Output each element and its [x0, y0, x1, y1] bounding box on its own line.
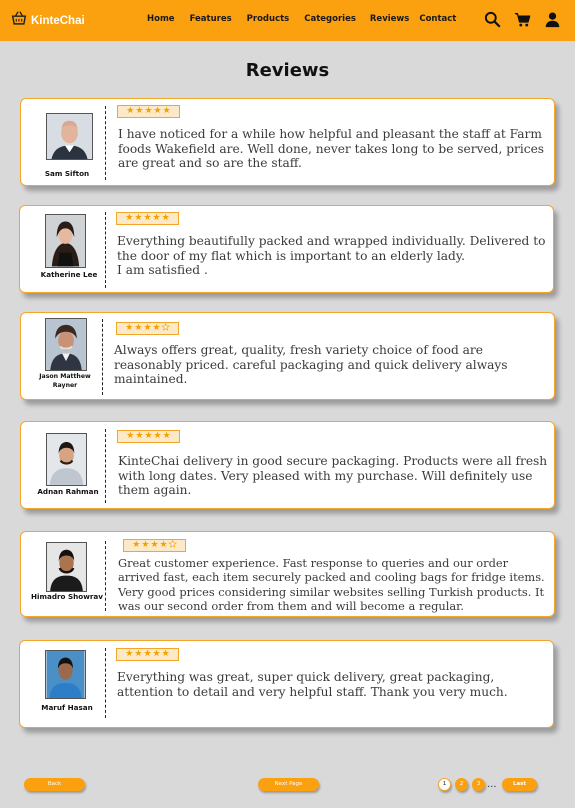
star-rating: ★ ★ ★ ★ ★ [116, 322, 179, 335]
star-filled-icon: ★ [161, 649, 170, 659]
review-text: KinteChai delivery in good secure packag… [118, 454, 548, 497]
reviewer-name: Katherine Lee [40, 270, 98, 279]
review-card: Sam Sifton ★ ★ ★ ★ ★ I have noticed for a wh… [20, 98, 555, 186]
star-filled-icon: ★ [143, 649, 152, 659]
star-filled-icon: ★ [143, 213, 152, 223]
star-rating: ★ ★ ★ ★ ★ [123, 539, 186, 552]
star-filled-icon: ★ [135, 431, 144, 441]
star-filled-icon: ★ [132, 540, 141, 550]
star-filled-icon: ★ [125, 649, 134, 659]
star-empty-icon: ★ [161, 323, 170, 333]
nav-reviews[interactable]: Reviews [370, 14, 409, 24]
next-page-button[interactable]: Next Page [258, 778, 319, 791]
star-filled-icon: ★ [135, 106, 144, 116]
star-rating: ★ ★ ★ ★ ★ [117, 105, 180, 118]
avatar [46, 433, 87, 486]
cart-icon[interactable] [514, 11, 531, 33]
page-2-button[interactable]: 2 [455, 778, 468, 791]
user-icon[interactable] [544, 11, 561, 33]
logo-text: KinteChai [31, 14, 85, 27]
star-filled-icon: ★ [134, 323, 143, 333]
review-card: Himadro Showrav ★ ★ ★ ★ ★ Great customer exp… [20, 531, 555, 617]
star-filled-icon: ★ [126, 431, 135, 441]
basket-logo-icon [10, 9, 28, 32]
navbar: KinteChai Home Features Products Categor… [0, 0, 575, 41]
review-text: I have noticed for a while how helpful a… [118, 127, 545, 170]
star-filled-icon: ★ [125, 323, 134, 333]
star-rating: ★ ★ ★ ★ ★ [116, 212, 179, 225]
star-filled-icon: ★ [162, 106, 171, 116]
nav-features[interactable]: Features [190, 14, 232, 24]
logo[interactable]: KinteChai [10, 9, 85, 32]
nav-home[interactable]: Home [147, 14, 175, 24]
divider [105, 212, 106, 288]
divider [105, 429, 106, 503]
page-title: Reviews [245, 60, 330, 81]
star-filled-icon: ★ [152, 649, 161, 659]
star-filled-icon: ★ [144, 431, 153, 441]
nav-contact[interactable]: Contact [419, 14, 456, 24]
reviewer-name: Adnan Rahman [37, 487, 99, 496]
star-filled-icon: ★ [143, 323, 152, 333]
header-icons [484, 11, 561, 33]
reviewer-name: Sam Sifton [44, 169, 90, 178]
nav-products[interactable]: Products [247, 14, 290, 24]
search-icon[interactable] [484, 11, 501, 33]
page-1-button[interactable]: 1 [438, 778, 451, 791]
last-page-button[interactable]: Last [502, 778, 537, 791]
star-filled-icon: ★ [125, 213, 134, 223]
star-filled-icon: ★ [159, 540, 168, 550]
reviewer-name: Jason Matthew Rayner [39, 373, 91, 389]
review-text: Great customer experience. Fast response… [118, 556, 545, 613]
divider [102, 319, 103, 395]
reviewer-name: Himadro Showrav [31, 592, 103, 601]
star-empty-icon: ★ [168, 540, 177, 550]
star-filled-icon: ★ [152, 213, 161, 223]
star-filled-icon: ★ [152, 323, 161, 333]
review-text: Everything beautifully packed and wrappe… [117, 234, 546, 277]
divider [105, 106, 106, 180]
reviewer-name: Maruf Hasan [41, 703, 93, 712]
review-card: Maruf Hasan ★ ★ ★ ★ ★ Everything was great, … [19, 640, 554, 728]
divider [105, 541, 106, 611]
pagination-ellipsis: ... [487, 779, 497, 790]
star-filled-icon: ★ [141, 540, 150, 550]
divider [105, 648, 106, 718]
star-filled-icon: ★ [134, 649, 143, 659]
star-rating: ★ ★ ★ ★ ★ [117, 430, 180, 443]
star-filled-icon: ★ [126, 106, 135, 116]
star-filled-icon: ★ [161, 213, 170, 223]
avatar [46, 113, 93, 160]
star-rating: ★ ★ ★ ★ ★ [116, 648, 179, 661]
avatar [46, 542, 87, 592]
avatar [45, 214, 86, 268]
back-button[interactable]: Back [24, 778, 85, 791]
page-3-button[interactable]: 3 [472, 778, 485, 791]
review-card: Katherine Lee ★ ★ ★ ★ ★ Everything beautiful… [19, 205, 554, 293]
star-filled-icon: ★ [162, 431, 171, 441]
star-filled-icon: ★ [153, 431, 162, 441]
star-filled-icon: ★ [144, 106, 153, 116]
review-card: Adnan Rahman ★ ★ ★ ★ ★ KinteChai delivery in… [20, 421, 555, 509]
review-text: Everything was great, super quick delive… [117, 670, 508, 699]
star-filled-icon: ★ [134, 213, 143, 223]
main-nav: Home Features Products Categories Review… [147, 14, 456, 24]
review-card: Jason Matthew Rayner ★ ★ ★ ★ ★ Always offers… [20, 312, 555, 400]
review-text: Always offers great, quality, fresh vari… [114, 343, 508, 386]
avatar [45, 318, 87, 371]
nav-categories[interactable]: Categories [304, 14, 356, 24]
avatar [45, 650, 86, 699]
star-filled-icon: ★ [153, 106, 162, 116]
star-filled-icon: ★ [150, 540, 159, 550]
